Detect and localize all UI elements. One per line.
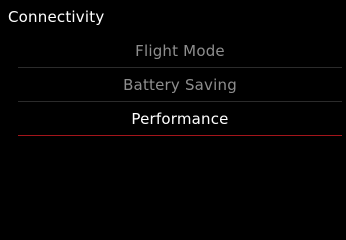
option-performance[interactable]: Performance	[18, 102, 342, 136]
option-battery-saving-label: Battery Saving	[123, 76, 237, 94]
menu-header: Connectivity	[0, 0, 346, 34]
menu-title: Connectivity	[8, 8, 105, 26]
option-performance-label: Performance	[131, 110, 229, 128]
option-flight-mode[interactable]: Flight Mode	[18, 34, 342, 68]
option-flight-mode-label: Flight Mode	[135, 42, 225, 60]
option-battery-saving[interactable]: Battery Saving	[18, 68, 342, 102]
camera-menu-screen: Connectivity Flight Mode Battery Saving …	[0, 0, 346, 240]
selection-underline	[18, 135, 342, 136]
